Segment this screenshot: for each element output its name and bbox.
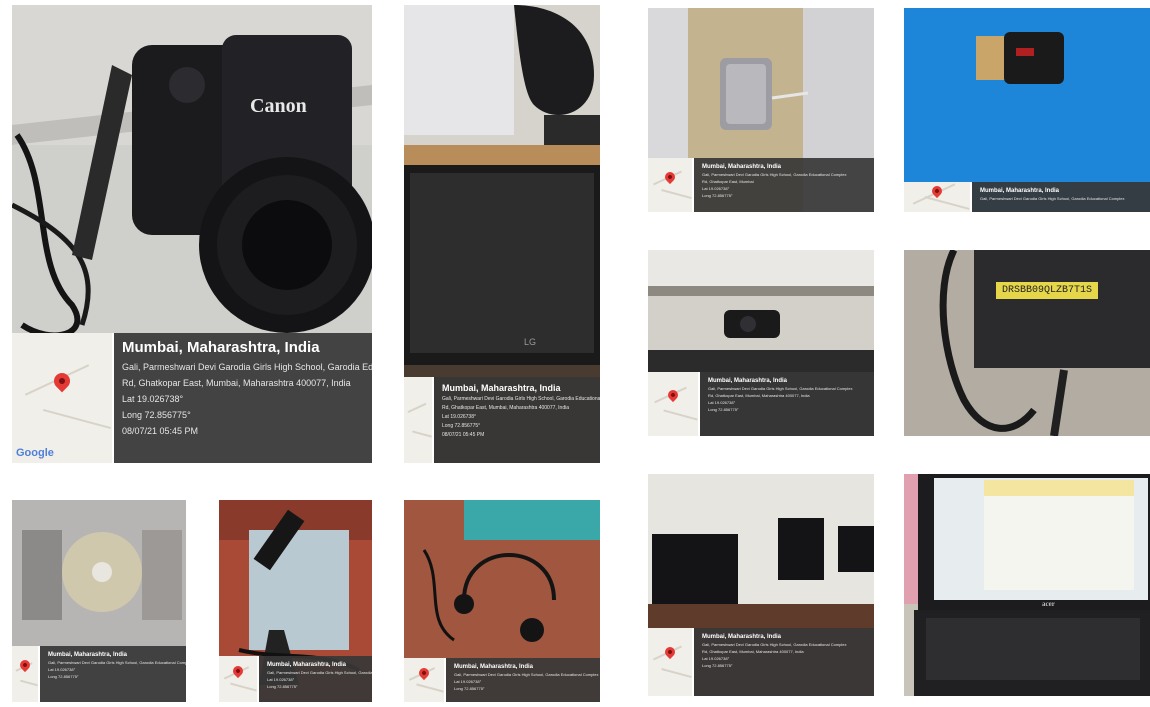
map-pin-icon (665, 387, 681, 402)
map-thumbnail (12, 646, 40, 702)
geotag-overlay: Mumbai, Maharashtra, India Gali, Parmesh… (12, 646, 186, 702)
photo-usb-drive: Mumbai, Maharashtra, India Gali, Parmesh… (904, 8, 1150, 212)
geotag-info: Mumbai, Maharashtra, India Gali, Parmesh… (40, 646, 186, 702)
geotag-lat: Lat 19.026738° (267, 677, 295, 682)
geotag-address-2: Rd, Ghatkopar East, Mumbai, Maharashtra … (122, 378, 351, 388)
geotag-lat: Lat 19.026738° (442, 414, 476, 420)
geotag-info: Mumbai, Maharashtra, India Gali, Parmesh… (114, 333, 372, 463)
photo-external-hdd: Mumbai, Maharashtra, India Gali, Parmesh… (648, 8, 874, 212)
photo-lg-monitor: LG Mumbai, Maharashtra, India Gali, Parm… (404, 5, 600, 463)
geotag-long: Long 72.856775° (48, 674, 79, 679)
map-thumbnail (648, 158, 694, 212)
geotag-datetime: 08/07/21 05:45 PM (442, 432, 485, 438)
photo-microphone: Mumbai, Maharashtra, India Gali, Parmesh… (219, 500, 372, 702)
geotag-location: Mumbai, Maharashtra, India (48, 652, 128, 658)
geotag-location: Mumbai, Maharashtra, India (267, 662, 347, 668)
geotag-info: Mumbai, Maharashtra, India Gali, Parmesh… (700, 372, 874, 436)
geotag-lat: Lat 19.026738° (454, 679, 482, 684)
map-thumbnail (404, 377, 434, 463)
geotag-overlay: Mumbai, Maharashtra, India Gali, Parmesh… (648, 628, 874, 696)
geotag-address-2: Rd, Ghatkopar East, Mumbai, Maharashtra … (708, 393, 810, 398)
geotag-long: Long 72.856775° (122, 410, 191, 420)
geotag-overlay: Google Mumbai, Maharashtra, India Gali, … (12, 333, 372, 463)
acer-logo: acer (1042, 600, 1055, 608)
map-thumbnail (648, 372, 700, 436)
geotag-lat: Lat 19.026738° (122, 394, 184, 404)
geotag-info: Mumbai, Maharashtra, India Gali, Parmesh… (694, 628, 874, 696)
geotag-address: Gali, Parmeshwari Devi Garodia Girls Hig… (48, 660, 186, 665)
map-pin-icon (17, 658, 33, 673)
geotag-location: Mumbai, Maharashtra, India (702, 634, 782, 640)
geotag-address-2: Rd, Ghatkopar East, Mumbai, Maharashtra … (702, 649, 804, 654)
lg-logo: LG (524, 337, 536, 347)
geotag-lat: Lat 19.026738° (702, 186, 730, 191)
map-thumbnail (404, 658, 446, 702)
geotag-info: Mumbai, Maharashtra, India Gali, Parmesh… (259, 656, 372, 702)
geotag-address: Gali, Parmeshwari Devi Garodia Girls Hig… (980, 196, 1125, 201)
map-thumbnail (219, 656, 259, 702)
map-pin-icon (662, 645, 678, 660)
geotag-overlay: Mumbai, Maharashtra, India Gali, Parmesh… (404, 658, 600, 702)
geotag-address: Gali, Parmeshwari Devi Garodia Girls Hig… (267, 670, 372, 675)
geotag-address-2: Rd, Ghatkopar East, Mumbai, Maharashtra … (442, 405, 570, 411)
google-logo: Google (16, 447, 54, 459)
geotag-overlay: Mumbai, Maharashtra, India Gali, Parmesh… (648, 158, 874, 212)
geotag-overlay: Mumbai, Maharashtra, India Gali, Parmesh… (404, 377, 600, 463)
map-thumbnail (904, 182, 972, 212)
geotag-location: Mumbai, Maharashtra, India (442, 383, 561, 393)
geotag-info: Mumbai, Maharashtra, India Gali, Parmesh… (694, 158, 874, 212)
laptop-scene (904, 474, 1150, 696)
map-pin-icon (50, 369, 74, 393)
geotag-info: Mumbai, Maharashtra, India Gali, Parmesh… (446, 658, 600, 702)
geotag-address: Gali, Parmeshwari Devi Garodia Girls Hig… (442, 396, 600, 402)
geotag-lat: Lat 19.026738° (708, 400, 736, 405)
photo-cd: Mumbai, Maharashtra, India Gali, Parmesh… (12, 500, 186, 702)
geotag-location: Mumbai, Maharashtra, India (980, 188, 1060, 194)
map-pin-icon (929, 183, 945, 199)
geotag-lat: Lat 19.026738° (702, 656, 730, 661)
drive-serial-label: DRSBB09QLZB7T1S (996, 282, 1099, 299)
photo-laptop: acer (904, 474, 1150, 696)
geotag-long: Long 72.856775° (454, 686, 485, 691)
geotag-overlay: Mumbai, Maharashtra, India Gali, Parmesh… (219, 656, 372, 702)
geotag-address: Gali, Parmeshwari Devi Garodia Girls Hig… (454, 672, 599, 677)
photo-headset: Mumbai, Maharashtra, India Gali, Parmesh… (404, 500, 600, 702)
photo-webcam: Mumbai, Maharashtra, India Gali, Parmesh… (648, 250, 874, 436)
map-pin-icon (230, 664, 246, 679)
geotag-long: Long 72.856775° (442, 423, 481, 429)
geotag-address: Gali, Parmeshwari Devi Garodia Girls Hig… (708, 386, 853, 391)
map-pin-icon (662, 169, 678, 184)
geotag-address: Gali, Parmeshwari Devi Garodia Girls Hig… (702, 642, 847, 647)
geotag-address: Gali, Parmeshwari Devi Garodia Girls Hig… (122, 362, 372, 372)
geotag-location: Mumbai, Maharashtra, India (708, 378, 788, 384)
geotag-address-2: Rd, Ghatkopar East, Mumbai (702, 179, 754, 184)
canon-logo: Canon (250, 95, 307, 117)
geotag-address: Gali, Parmeshwari Devi Garodia Girls Hig… (702, 172, 847, 177)
geotag-overlay: Mumbai, Maharashtra, India Gali, Parmesh… (904, 182, 1150, 212)
geotag-long: Long 72.856775° (267, 684, 298, 689)
geotag-info: Mumbai, Maharashtra, India Gali, Parmesh… (972, 182, 1150, 212)
photo-desktops: Mumbai, Maharashtra, India Gali, Parmesh… (648, 474, 874, 696)
geotag-info: Mumbai, Maharashtra, India Gali, Parmesh… (434, 377, 600, 463)
drive-scene (904, 250, 1150, 436)
geotag-long: Long 72.856775° (702, 663, 733, 668)
geotag-long: Long 72.856775° (702, 193, 733, 198)
geotag-location: Mumbai, Maharashtra, India (454, 664, 534, 670)
geotag-location: Mumbai, Maharashtra, India (702, 164, 782, 170)
map-thumbnail (648, 628, 694, 696)
geotag-overlay: Mumbai, Maharashtra, India Gali, Parmesh… (648, 372, 874, 436)
map-thumbnail: Google (12, 333, 114, 463)
map-pin-icon (416, 665, 432, 680)
geotag-location: Mumbai, Maharashtra, India (122, 339, 320, 356)
photo-drive-closeup: DRSBB09QLZB7T1S (904, 250, 1150, 436)
geotag-long: Long 72.856775° (708, 407, 739, 412)
geotag-datetime: 08/07/21 05:45 PM (122, 426, 199, 436)
photo-canon-camera: Canon Google Mumbai, Maharashtra, India … (12, 5, 372, 463)
geotag-lat: Lat 19.026738° (48, 667, 76, 672)
